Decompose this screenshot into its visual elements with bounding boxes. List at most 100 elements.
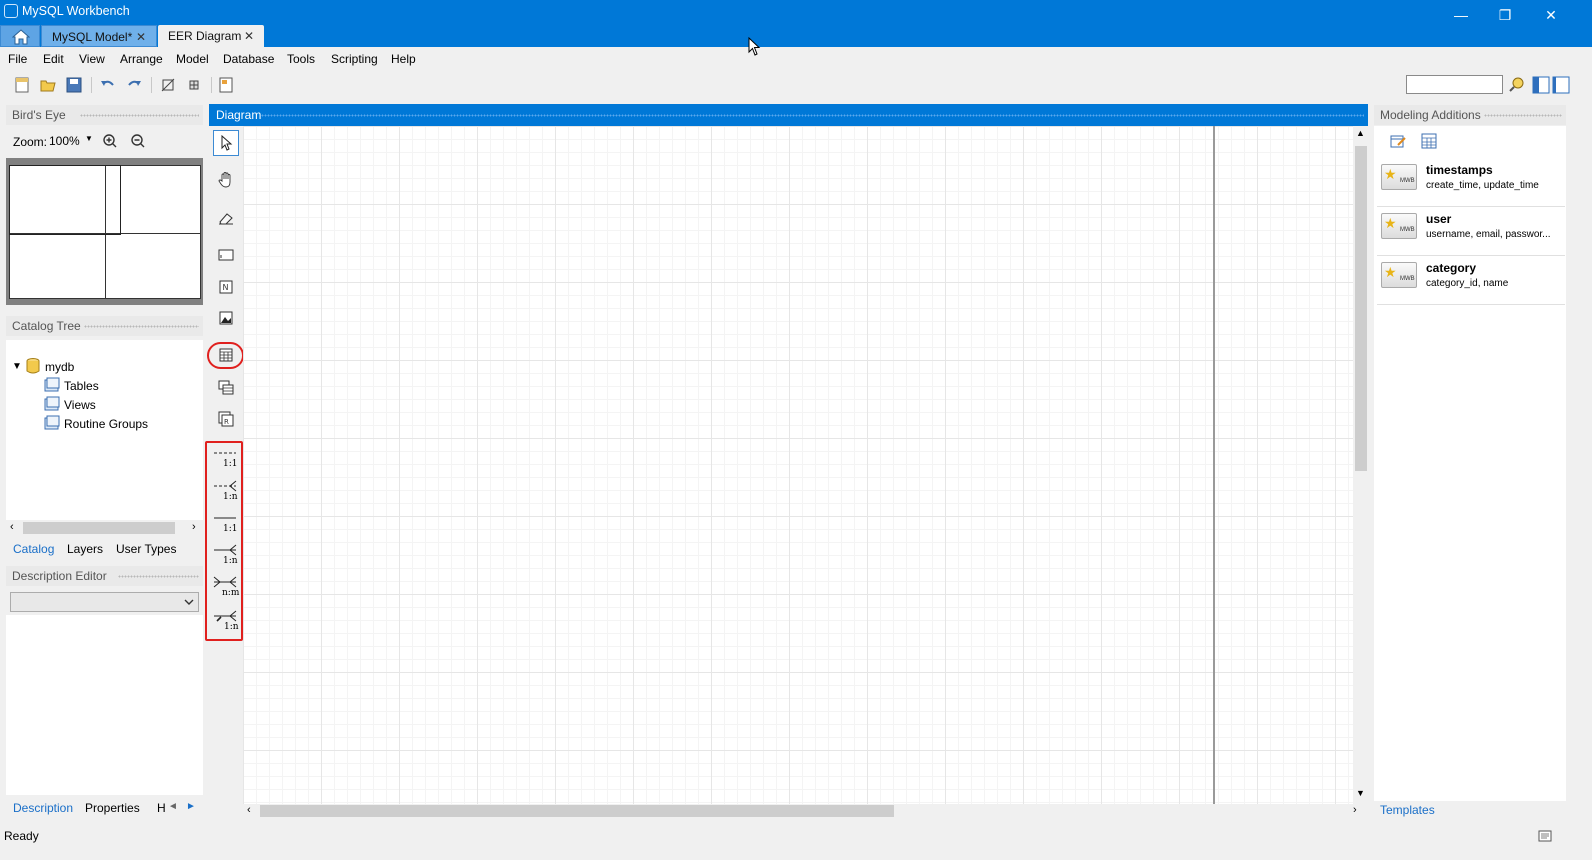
menu-view[interactable]: View [79, 52, 105, 66]
save-model-icon[interactable] [65, 76, 83, 94]
template-item-user[interactable]: ★ MWB user username, email, passwor... [1377, 209, 1565, 256]
tab-layers[interactable]: Layers [67, 542, 103, 556]
search-icon[interactable] [1508, 76, 1526, 94]
open-model-icon[interactable] [39, 76, 57, 94]
menu-scripting[interactable]: Scripting [331, 52, 378, 66]
template-name: user [1426, 212, 1452, 226]
output-panel-icon[interactable] [1538, 830, 1552, 842]
tab-home[interactable] [0, 25, 40, 47]
zoom-out-icon[interactable] [130, 133, 146, 149]
select-tool[interactable] [213, 130, 239, 156]
diagram-header: Diagram [209, 104, 1368, 126]
image-tool[interactable] [213, 305, 239, 331]
tab-user-types[interactable]: User Types [116, 542, 176, 556]
minimize-button[interactable]: — [1438, 3, 1484, 27]
redo-icon[interactable] [125, 76, 143, 94]
chevron-down-icon [184, 599, 194, 605]
tab-scroll-right-icon[interactable]: ► [186, 801, 202, 817]
toggle-sidebar-icon[interactable] [1532, 76, 1550, 94]
diagram-horizontal-scrollbar[interactable]: ‹ › [243, 804, 1368, 818]
zoom-label: Zoom: [13, 135, 48, 149]
menu-edit[interactable]: Edit [43, 52, 64, 66]
close-tab-icon[interactable]: ✕ [244, 25, 254, 47]
viewport-rectangle[interactable] [9, 165, 121, 235]
header-grip [118, 575, 199, 578]
align-grid-icon[interactable] [185, 76, 203, 94]
toolbar-separator [151, 77, 152, 93]
tab-mysql-model[interactable]: MySQL Model* ✕ [41, 25, 157, 47]
new-template-icon[interactable] [1421, 133, 1437, 149]
tab-catalog[interactable]: Catalog [13, 542, 54, 556]
routine-group-tool[interactable]: R [213, 406, 239, 432]
status-text: Ready [4, 829, 39, 843]
eer-diagram-canvas[interactable] [243, 126, 1353, 804]
menu-help[interactable]: Help [391, 52, 416, 66]
mwb-badge: MWB [1400, 276, 1415, 282]
search-input[interactable] [1406, 75, 1503, 94]
template-name: category [1426, 261, 1477, 275]
tab-templates[interactable]: Templates [1380, 803, 1435, 817]
toggle-secondary-sidebar-icon[interactable] [1552, 76, 1570, 94]
svg-text:N: N [223, 283, 229, 292]
scroll-left-icon[interactable]: ‹ [10, 521, 14, 533]
toggle-grid-icon[interactable] [159, 76, 177, 94]
zoom-select[interactable]: 100% ▼ [47, 132, 97, 150]
tab-description[interactable]: Description [13, 801, 73, 815]
eraser-tool[interactable] [213, 205, 239, 231]
scroll-right-icon[interactable]: › [192, 521, 196, 533]
header-grip [1484, 114, 1562, 117]
scroll-up-icon[interactable]: ▲ [1356, 128, 1365, 138]
description-text-area[interactable] [6, 615, 203, 795]
new-model-icon[interactable] [13, 76, 31, 94]
zoom-in-icon[interactable] [102, 133, 118, 149]
tree-item-views[interactable]: Views [64, 398, 96, 412]
catalog-tree-title: Catalog Tree [12, 319, 81, 333]
view-tool[interactable] [213, 374, 239, 400]
text-note-tool[interactable]: N [213, 274, 239, 300]
restore-button[interactable]: ❐ [1482, 3, 1528, 27]
template-item-category[interactable]: ★ MWB category category_id, name [1377, 258, 1565, 305]
tab-history[interactable]: H [157, 801, 166, 815]
scroll-down-icon[interactable]: ▼ [1356, 788, 1365, 798]
layer-tool[interactable] [213, 242, 239, 268]
close-tab-icon[interactable]: ✕ [136, 26, 146, 48]
undo-icon[interactable] [99, 76, 117, 94]
table-template-icon: ★ MWB [1381, 262, 1417, 288]
edit-templates-icon[interactable] [1390, 133, 1406, 149]
tree-item-mydb[interactable]: mydb [45, 360, 74, 374]
star-icon: ★ [1384, 166, 1397, 182]
tab-scroll-left-icon[interactable]: ◄ [168, 801, 184, 817]
window-title: MySQL Workbench [22, 4, 130, 18]
workbench-app-icon [4, 4, 18, 18]
diagram-page-icon[interactable] [217, 76, 235, 94]
hand-tool[interactable] [213, 167, 239, 193]
scroll-right-icon[interactable]: › [1353, 804, 1357, 816]
page-boundary-line [1213, 126, 1215, 804]
scrollbar-thumb[interactable] [260, 805, 894, 817]
scrollbar-thumb[interactable] [1355, 146, 1367, 471]
toolbar-separator [211, 77, 212, 93]
menu-arrange[interactable]: Arrange [120, 52, 163, 66]
tab-eer-diagram[interactable]: EER Diagram ✕ [158, 25, 264, 47]
highlight-box-relationship-tools [205, 441, 243, 641]
menu-tools[interactable]: Tools [287, 52, 315, 66]
expand-arrow-icon[interactable]: ▼ [12, 361, 22, 372]
catalog-horizontal-scrollbar[interactable]: ‹ › [6, 520, 203, 537]
star-icon: ★ [1384, 215, 1397, 231]
template-item-timestamps[interactable]: ★ MWB timestamps create_time, update_tim… [1377, 160, 1565, 207]
menu-database[interactable]: Database [223, 52, 274, 66]
close-button[interactable]: ✕ [1528, 3, 1574, 27]
diagram-vertical-scrollbar[interactable]: ▲ ▼ [1353, 126, 1368, 804]
menu-file[interactable]: File [8, 52, 27, 66]
tree-item-routine-groups[interactable]: Routine Groups [64, 417, 148, 431]
description-object-select[interactable] [10, 592, 199, 612]
home-icon [12, 29, 30, 45]
birds-eye-overview[interactable] [9, 165, 201, 299]
scroll-left-icon[interactable]: ‹ [247, 804, 251, 816]
tree-item-tables[interactable]: Tables [64, 379, 99, 393]
scrollbar-thumb[interactable] [23, 522, 175, 534]
menu-model[interactable]: Model [176, 52, 209, 66]
tab-properties[interactable]: Properties [85, 801, 140, 815]
tab-label: MySQL Model* [52, 30, 133, 44]
views-folder-icon [44, 396, 60, 411]
